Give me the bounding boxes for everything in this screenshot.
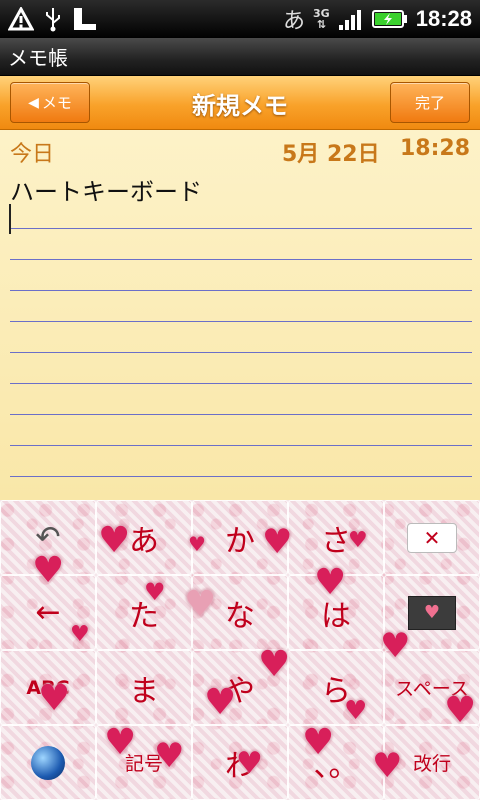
network-type-indicator: 3G ⇅ [313,7,330,31]
key-space[interactable]: スペース [384,650,480,725]
globe-icon [31,745,65,780]
key-heart-toggle[interactable]: ♥ [384,575,480,650]
key-enter-label: 改行 [412,753,451,775]
heart-toggle-label: ♥ [423,602,441,623]
memo-paper[interactable]: 今日 5月 22日 18:28 ハートキーボード [0,130,480,500]
back-button-label: メモ [41,94,72,112]
key-ya[interactable]: や [192,650,288,725]
key-ra[interactable]: ら [288,650,384,725]
key-space-label: スペース [395,678,469,700]
key-ka[interactable]: か [192,500,288,575]
ruled-lines [10,198,472,498]
arrow-left-icon: ← [35,595,61,630]
key-a[interactable]: あ [96,500,192,575]
key-globe[interactable] [0,725,96,800]
app-title-bar: メモ帳 [0,38,480,76]
warning-icon [8,7,34,31]
memo-date: 5月 22日 [282,142,380,167]
back-to-memo-button[interactable]: ◀ メモ [10,82,90,123]
key-ra-label: ら [321,673,351,709]
key-ha-label: は [321,598,351,634]
key-cursor-left[interactable]: ← [0,575,96,650]
key-sa[interactable]: さ [288,500,384,575]
key-ma[interactable]: ま [96,650,192,725]
key-abc[interactable]: ABC [0,650,96,725]
key-ha[interactable]: は [288,575,384,650]
status-time: 18:28 [415,6,472,31]
key-ta-label: た [129,598,159,634]
arrow-left-icon: ◀ [28,94,39,111]
done-button[interactable]: 完了 [390,82,470,123]
signal-strength-icon [338,10,361,30]
memo-header: ◀ メモ 新規メモ 完了 [0,76,480,130]
battery-charging-icon [371,10,407,28]
key-ka-label: か [225,523,255,559]
done-button-label: 完了 [414,94,445,112]
key-na-label: な [225,598,255,634]
key-punctuation[interactable]: 、。 [288,725,384,800]
backspace-icon: ✕ [407,522,457,553]
key-wa-label: わ [225,748,255,784]
ime-indicator: あ [283,9,306,34]
memo-time: 18:28 [399,136,470,161]
network-type-label: 3G [313,7,330,20]
memo-day-label: 今日 [10,142,55,167]
app-title: メモ帳 [8,46,68,70]
undo-icon: ↶ [35,520,61,555]
backspace-label: ✕ [423,525,441,550]
key-undo[interactable]: ↶ [0,500,96,575]
status-bar: あ 3G ⇅ 18:28 [0,0,480,38]
key-punctuation-label: 、。 [313,748,359,784]
usb-icon [46,8,60,32]
key-na[interactable]: な [192,575,288,650]
key-ya-label: や [225,673,255,709]
key-ma-label: ま [129,673,159,709]
key-sa-label: さ [321,523,351,559]
memo-text-content[interactable]: ハートキーボード [10,172,202,207]
key-symbols-label: 記号 [124,753,163,775]
key-abc-label: ABC [26,676,70,699]
sd-card-icon [74,8,96,30]
text-cursor [9,204,11,234]
memo-meta: 今日 5月 22日 18:28 [0,130,480,168]
heart-icon: ♥ [408,595,456,630]
key-ta[interactable]: た [96,575,192,650]
key-enter[interactable]: 改行 [384,725,480,800]
key-wa[interactable]: わ [192,725,288,800]
heart-keyboard: ↶ あ か さ ✕ ← た な は ♥ ABC ま や ら スペース 記号 わ … [0,500,480,800]
key-a-label: あ [129,523,159,559]
key-backspace[interactable]: ✕ [384,500,480,575]
key-symbols[interactable]: 記号 [96,725,192,800]
